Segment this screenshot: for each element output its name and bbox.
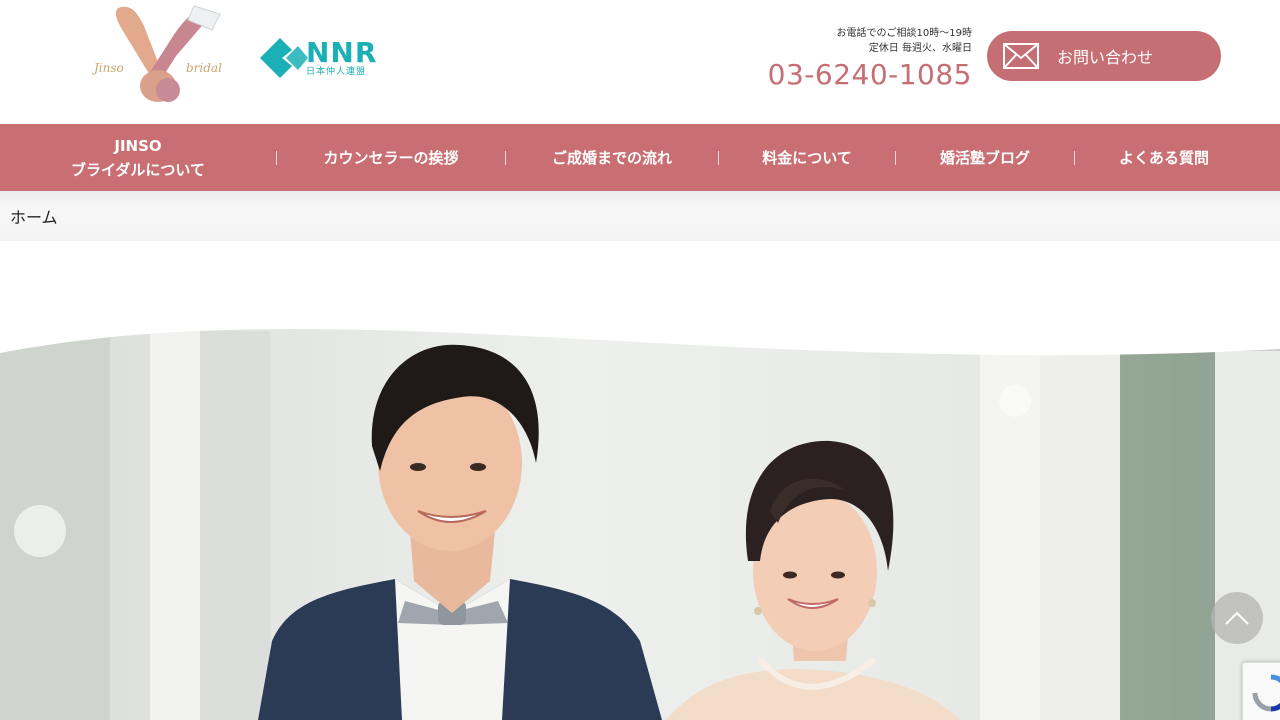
nav-item-pricing[interactable]: 料金について: [719, 124, 895, 191]
phone-number[interactable]: 03-6240-1085: [768, 58, 972, 92]
hours-line-2: 定休日 毎週火、水曜日: [868, 43, 972, 54]
nnr-diamond-icon: [260, 38, 308, 78]
nav-item-about[interactable]: JINSO ブライダルについて: [0, 124, 276, 191]
inquiry-label: お問い合わせ: [1057, 48, 1154, 67]
nav-item-flow[interactable]: ご成婚までの流れ: [506, 124, 718, 191]
jinso-bridal-logo[interactable]: Jinso bridal: [88, 0, 236, 112]
nav-item-blog[interactable]: 婚活塾ブログ: [896, 124, 1074, 191]
holding-hands-logo-icon: Jinso bridal: [91, 5, 222, 102]
nav-item-faq[interactable]: よくある質問: [1075, 124, 1253, 191]
site-header: Jinso bridal NNR 日本仲人連盟 お電話でのご相談10時〜19時 …: [0, 0, 1280, 124]
inquiry-button[interactable]: お問い合わせ: [987, 31, 1221, 81]
hours-line-1: お電話でのご相談10時〜19時: [836, 28, 972, 39]
nav-item-about-line2: ブライダルについて: [71, 160, 205, 179]
breadcrumb-home[interactable]: ホーム: [10, 204, 58, 228]
nnr-subtitle: 日本仲人連盟: [306, 67, 367, 77]
recaptcha-badge[interactable]: [1242, 662, 1280, 720]
nav-item-about-line1: JINSO: [114, 136, 162, 155]
couple-photo: [0, 241, 1280, 720]
svg-text:bridal: bridal: [186, 61, 222, 75]
contact-info: お電話でのご相談10時〜19時 定休日 毎週火、水曜日 03-6240-1085: [768, 26, 972, 92]
scroll-to-top-button[interactable]: [1211, 592, 1263, 644]
recaptcha-icon: [1252, 674, 1280, 712]
chevron-up-icon: [1225, 611, 1249, 625]
mail-icon: [1003, 43, 1039, 69]
nnr-logo[interactable]: NNR 日本仲人連盟: [258, 36, 382, 80]
nav-item-counselor[interactable]: カウンセラーの挨拶: [277, 124, 505, 191]
hero-image: [0, 241, 1280, 720]
global-nav: JINSO ブライダルについて カウンセラーの挨拶 ご成婚までの流れ 料金につい…: [0, 124, 1280, 191]
svg-text:Jinso: Jinso: [91, 61, 124, 75]
nnr-letters: NNR: [306, 36, 378, 69]
breadcrumb: ホーム: [0, 191, 1280, 241]
